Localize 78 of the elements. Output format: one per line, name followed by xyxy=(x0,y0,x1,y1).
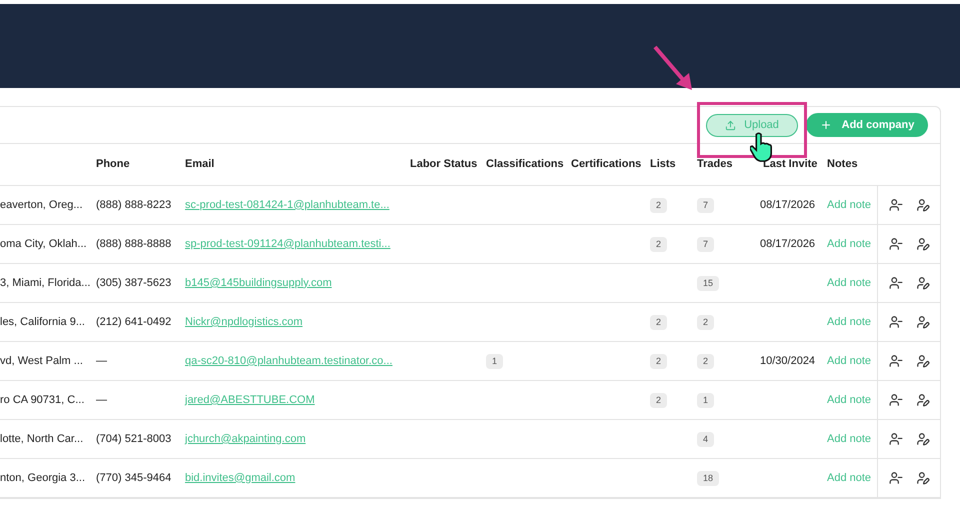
email-link[interactable]: Nickr@npdlogistics.com xyxy=(185,316,303,328)
remove-user-icon[interactable] xyxy=(888,276,903,290)
count-badge: 2 xyxy=(650,198,668,212)
last-invite-date: 08/17/2026 xyxy=(760,238,816,250)
last-invite-date: 10/30/2024 xyxy=(760,354,816,367)
email-link[interactable]: sc-prod-test-081424-1@planhubteam.te... xyxy=(185,198,390,211)
add-note-link[interactable]: Add note xyxy=(827,432,872,445)
phone-cell: — xyxy=(96,394,107,406)
add-note-link[interactable]: Add note xyxy=(827,198,872,211)
add-note-link[interactable]: Add note xyxy=(827,394,872,406)
edit-user-icon[interactable] xyxy=(916,432,930,446)
last-invite-date: 08/17/2026 xyxy=(760,198,816,211)
location-cell: ro CA 90731, C... xyxy=(0,394,84,406)
phone-cell: (888) 888-8223 xyxy=(96,198,172,211)
add-note-link[interactable]: Add note xyxy=(827,354,872,367)
upload-icon xyxy=(725,120,736,130)
count-badge: 7 xyxy=(697,236,714,252)
count-badge: 2 xyxy=(697,314,714,330)
email-link[interactable]: bid.invites@gmail.com xyxy=(185,472,296,484)
edit-user-icon[interactable] xyxy=(916,198,930,212)
email-link[interactable]: sp-prod-test-091124@planhubteam.testi... xyxy=(185,238,390,250)
pointer-arrow xyxy=(652,44,694,92)
column-header: Trades xyxy=(697,158,732,170)
phone-cell: (704) 521-8003 xyxy=(96,432,172,445)
upload-button[interactable]: Upload xyxy=(706,114,798,136)
add-note-link[interactable]: Add note xyxy=(827,276,872,289)
location-cell: eaverton, Oreg... xyxy=(0,198,83,211)
location-cell: oma City, Oklah... xyxy=(0,238,87,250)
column-header: Phone xyxy=(96,158,130,170)
add-note-link[interactable]: Add note xyxy=(827,238,872,250)
phone-cell: — xyxy=(96,354,107,367)
plus-icon xyxy=(820,119,832,131)
phone-cell: (770) 345-9464 xyxy=(96,472,172,484)
add-company-button[interactable]: Add company xyxy=(806,113,928,137)
location-cell: vd, West Palm ... xyxy=(0,354,83,367)
edit-user-icon[interactable] xyxy=(916,237,930,251)
count-badge: 2 xyxy=(650,314,668,330)
column-header: Notes xyxy=(827,158,858,170)
column-header: Classifications xyxy=(486,158,564,170)
phone-cell: (212) 641-0492 xyxy=(96,316,172,328)
remove-user-icon[interactable] xyxy=(888,471,903,485)
count-badge: 1 xyxy=(697,392,714,408)
count-badge: 7 xyxy=(697,198,714,212)
count-badge: 2 xyxy=(650,354,668,368)
location-cell: les, California 9... xyxy=(0,316,85,328)
add-note-link[interactable]: Add note xyxy=(827,472,872,484)
remove-user-icon[interactable] xyxy=(888,354,903,368)
count-badge: 15 xyxy=(697,276,720,290)
count-badge: 2 xyxy=(697,354,714,368)
edit-user-icon[interactable] xyxy=(916,315,930,329)
count-badge: 18 xyxy=(697,470,720,486)
remove-user-icon[interactable] xyxy=(888,432,903,446)
count-badge: 2 xyxy=(650,236,668,252)
add-note-link[interactable]: Add note xyxy=(827,316,872,328)
remove-user-icon[interactable] xyxy=(888,393,903,407)
count-badge: 2 xyxy=(650,392,668,408)
location-cell: lotte, North Car... xyxy=(0,432,84,445)
email-link[interactable]: jared@ABESTTUBE.COM xyxy=(185,394,315,406)
phone-cell: (305) 387-5623 xyxy=(96,276,172,289)
edit-user-icon[interactable] xyxy=(916,393,930,407)
location-cell: 3, Miami, Florida... xyxy=(0,276,90,289)
email-link[interactable]: qa-sc20-810@planhubteam.testinator.co... xyxy=(185,354,392,367)
count-badge: 1 xyxy=(486,354,504,368)
column-header: Email xyxy=(185,158,214,170)
edit-user-icon[interactable] xyxy=(916,471,930,485)
remove-user-icon[interactable] xyxy=(888,237,903,251)
edit-user-icon[interactable] xyxy=(916,354,930,368)
email-link[interactable]: jchurch@akpainting.com xyxy=(185,432,306,445)
column-header: Lists xyxy=(650,158,676,170)
remove-user-icon[interactable] xyxy=(888,198,903,212)
edit-user-icon[interactable] xyxy=(916,276,930,290)
phone-cell: (888) 888-8888 xyxy=(96,238,172,250)
location-cell: nton, Georgia 3... xyxy=(0,472,85,484)
count-badge: 4 xyxy=(697,432,714,446)
column-header: Certifications xyxy=(571,158,642,170)
remove-user-icon[interactable] xyxy=(888,315,903,329)
email-link[interactable]: b145@145buildingsupply.com xyxy=(185,276,332,289)
column-header: Labor Status xyxy=(410,158,478,170)
